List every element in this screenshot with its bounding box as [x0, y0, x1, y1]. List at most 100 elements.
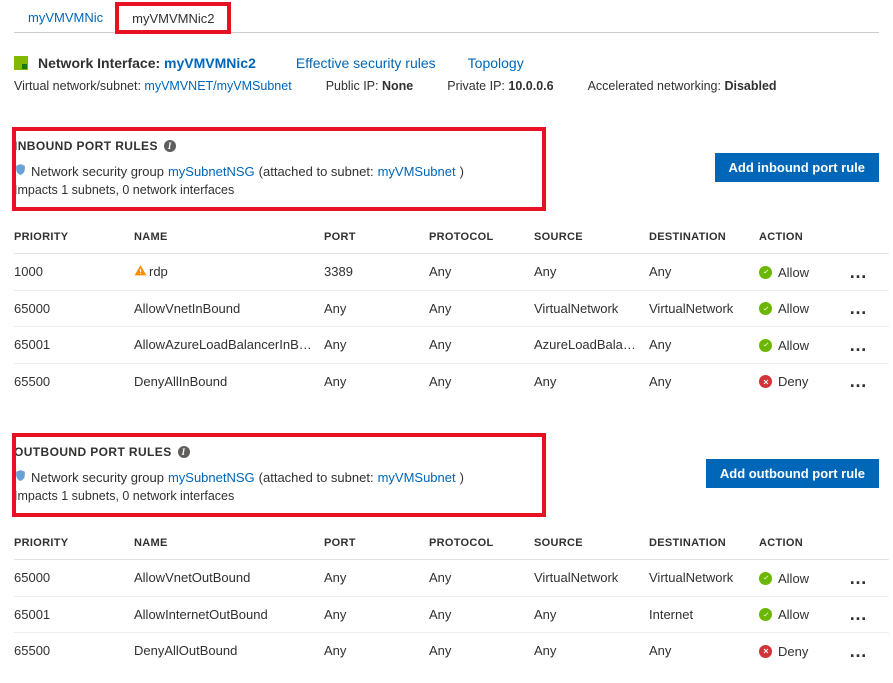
- nsg-prefix: Network security group: [31, 164, 164, 179]
- cell-protocol: Any: [429, 290, 534, 327]
- nsg-prefix: Network security group: [31, 470, 164, 485]
- outbound-header-box: OUTBOUND PORT RULES i Network security g…: [14, 435, 544, 515]
- inbound-title: INBOUND PORT RULES: [14, 139, 158, 153]
- info-icon[interactable]: i: [178, 446, 190, 458]
- table-row[interactable]: 65001AllowInternetOutBoundAnyAnyAnyInter…: [14, 596, 889, 633]
- th-protocol[interactable]: PROTOCOL: [429, 527, 534, 560]
- add-inbound-rule-button[interactable]: Add inbound port rule: [715, 153, 879, 182]
- cell-source: Any: [534, 596, 649, 633]
- th-port[interactable]: PORT: [324, 221, 429, 254]
- th-action[interactable]: ACTION: [759, 221, 849, 254]
- row-menu-button[interactable]: …: [849, 633, 889, 669]
- cell-priority: 65500: [14, 633, 134, 669]
- table-row[interactable]: 65500DenyAllOutBoundAnyAnyAnyAnyDeny…: [14, 633, 889, 669]
- th-destination[interactable]: DESTINATION: [649, 221, 759, 254]
- th-source[interactable]: SOURCE: [534, 221, 649, 254]
- tab-nic2[interactable]: myVMVMNic2: [117, 4, 229, 32]
- cell-name: AllowVnetInBound: [134, 290, 324, 327]
- private-ip-value: 10.0.0.6: [508, 79, 553, 93]
- cell-destination: Any: [649, 254, 759, 291]
- tab-nic1[interactable]: myVMVMNic: [14, 4, 117, 32]
- cell-source: Any: [534, 254, 649, 291]
- outbound-table: PRIORITY NAME PORT PROTOCOL SOURCE DESTI…: [14, 527, 889, 669]
- cell-destination: VirtualNetwork: [649, 560, 759, 597]
- cell-port: Any: [324, 290, 429, 327]
- allow-icon: [759, 608, 772, 621]
- table-row[interactable]: 65000AllowVnetOutBoundAnyAnyVirtualNetwo…: [14, 560, 889, 597]
- cell-priority: 65001: [14, 327, 134, 364]
- th-name[interactable]: NAME: [134, 221, 324, 254]
- row-menu-button[interactable]: …: [849, 327, 889, 364]
- topology-link[interactable]: Topology: [468, 55, 524, 71]
- add-outbound-rule-button[interactable]: Add outbound port rule: [706, 459, 879, 488]
- cell-name: DenyAllInBound: [134, 363, 324, 399]
- ni-name-link[interactable]: myVMVMNic2: [164, 55, 256, 71]
- cell-protocol: Any: [429, 327, 534, 364]
- cell-name: AllowAzureLoadBalancerInBou…: [134, 327, 324, 364]
- cell-destination: Any: [649, 363, 759, 399]
- action-text: Deny: [778, 374, 808, 389]
- shield-icon: [14, 163, 27, 179]
- row-menu-button[interactable]: …: [849, 254, 889, 291]
- th-name[interactable]: NAME: [134, 527, 324, 560]
- private-ip-label: Private IP:: [447, 79, 505, 93]
- cell-priority: 65000: [14, 560, 134, 597]
- cell-port: Any: [324, 633, 429, 669]
- cell-source: Any: [534, 633, 649, 669]
- th-priority[interactable]: PRIORITY: [14, 527, 134, 560]
- nic-tabs: myVMVMNic myVMVMNic2: [14, 0, 879, 33]
- th-port[interactable]: PORT: [324, 527, 429, 560]
- allow-icon: [759, 266, 772, 279]
- vnet-link[interactable]: myVMVNET/myVMSubnet: [144, 79, 291, 93]
- th-protocol[interactable]: PROTOCOL: [429, 221, 534, 254]
- cell-source: VirtualNetwork: [534, 560, 649, 597]
- table-row[interactable]: 65000AllowVnetInBoundAnyAnyVirtualNetwor…: [14, 290, 889, 327]
- warning-icon: [134, 264, 147, 277]
- inbound-section: INBOUND PORT RULES i Network security gr…: [14, 129, 879, 399]
- cell-protocol: Any: [429, 633, 534, 669]
- cell-action: Allow: [759, 327, 849, 364]
- cell-destination: Any: [649, 327, 759, 364]
- action-text: Allow: [778, 607, 809, 622]
- th-destination[interactable]: DESTINATION: [649, 527, 759, 560]
- action-text: Deny: [778, 644, 808, 659]
- allow-icon: [759, 572, 772, 585]
- cell-name: rdp: [134, 254, 324, 291]
- table-row[interactable]: 65001AllowAzureLoadBalancerInBou…AnyAnyA…: [14, 327, 889, 364]
- info-icon[interactable]: i: [164, 140, 176, 152]
- nic-icon: [14, 56, 28, 70]
- cell-name: AllowInternetOutBound: [134, 596, 324, 633]
- inbound-header-box: INBOUND PORT RULES i Network security gr…: [14, 129, 544, 209]
- cell-destination: Internet: [649, 596, 759, 633]
- cell-name: DenyAllOutBound: [134, 633, 324, 669]
- th-priority[interactable]: PRIORITY: [14, 221, 134, 254]
- public-ip-value: None: [382, 79, 413, 93]
- nsg-attached-prefix: (attached to subnet:: [259, 470, 374, 485]
- nsg-name-link[interactable]: mySubnetNSG: [168, 470, 255, 485]
- accel-label: Accelerated networking:: [588, 79, 721, 93]
- cell-priority: 65500: [14, 363, 134, 399]
- row-menu-button[interactable]: …: [849, 290, 889, 327]
- cell-action: Allow: [759, 596, 849, 633]
- nsg-name-link[interactable]: mySubnetNSG: [168, 164, 255, 179]
- action-text: Allow: [778, 265, 809, 280]
- th-source[interactable]: SOURCE: [534, 527, 649, 560]
- nsg-subnet-link[interactable]: myVMSubnet: [378, 164, 456, 179]
- cell-protocol: Any: [429, 363, 534, 399]
- cell-source: Any: [534, 363, 649, 399]
- cell-destination: Any: [649, 633, 759, 669]
- outbound-section: OUTBOUND PORT RULES i Network security g…: [14, 435, 879, 669]
- outbound-title: OUTBOUND PORT RULES: [14, 445, 172, 459]
- row-menu-button[interactable]: …: [849, 596, 889, 633]
- th-action[interactable]: ACTION: [759, 527, 849, 560]
- nsg-subnet-link[interactable]: myVMSubnet: [378, 470, 456, 485]
- table-row[interactable]: 1000rdp3389AnyAnyAnyAllow…: [14, 254, 889, 291]
- nsg-impacts: Impacts 1 subnets, 0 network interfaces: [14, 183, 464, 197]
- action-text: Allow: [778, 301, 809, 316]
- table-row[interactable]: 65500DenyAllInBoundAnyAnyAnyAnyDeny…: [14, 363, 889, 399]
- cell-port: Any: [324, 327, 429, 364]
- cell-protocol: Any: [429, 560, 534, 597]
- row-menu-button[interactable]: …: [849, 560, 889, 597]
- effective-security-rules-link[interactable]: Effective security rules: [296, 55, 436, 71]
- row-menu-button[interactable]: …: [849, 363, 889, 399]
